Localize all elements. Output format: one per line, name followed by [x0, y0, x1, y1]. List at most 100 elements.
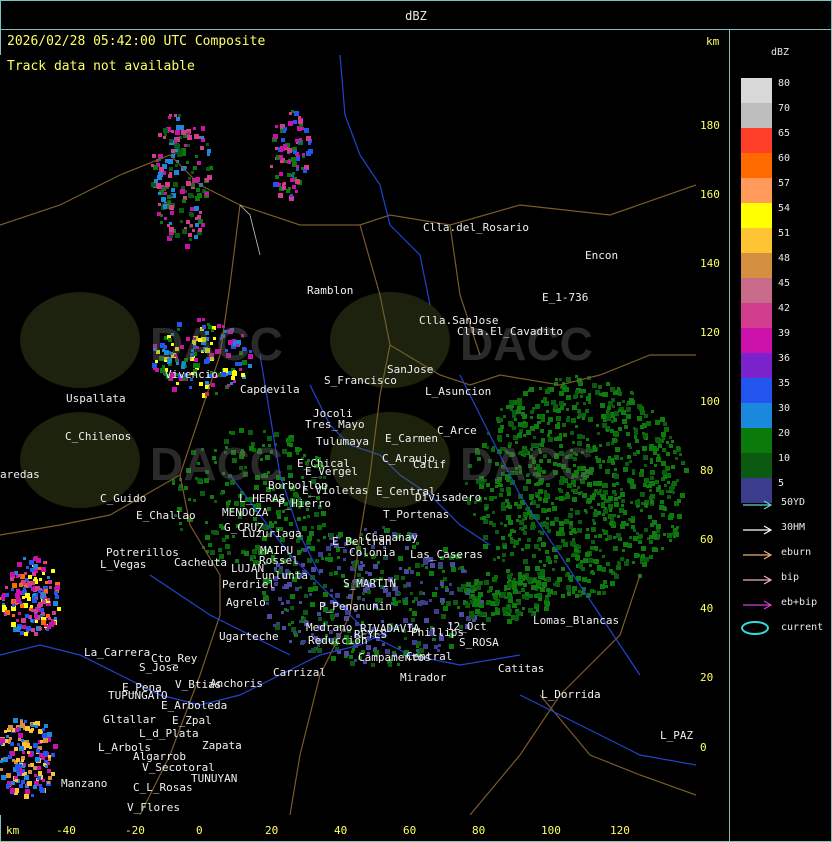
place-label: Luzuriaga: [242, 527, 302, 540]
window-title: dBZ: [405, 9, 427, 23]
legend-swatch: [741, 203, 772, 228]
boundary-line: [239, 184, 696, 226]
place-label: S_MARTIN: [343, 577, 396, 590]
x-unit-label: km: [6, 824, 20, 837]
y-tick-label: 120: [700, 326, 720, 339]
legend-level-label: 20: [778, 428, 791, 439]
track-legend-label: 30HM: [781, 522, 806, 533]
place-label: E_Carmen: [385, 432, 438, 445]
legend-level-label: 51: [778, 228, 791, 239]
legend-swatch: [741, 378, 772, 403]
place-label: Divisadero: [415, 491, 482, 504]
y-tick-label: 80: [700, 464, 714, 477]
x-tick-label: 60: [403, 824, 417, 837]
place-label: Tulumaya: [316, 435, 369, 448]
legend-level-label: 42: [778, 303, 791, 314]
legend-swatch: [741, 353, 772, 378]
place-label: E_Challao: [136, 509, 196, 522]
place-label: P_Hierro: [278, 497, 331, 510]
track-legend-label: bip: [781, 572, 800, 583]
legend-level-label: 35: [778, 378, 791, 389]
place-label: SanJose: [387, 363, 434, 376]
track-arrow-icon: [743, 525, 773, 535]
place-label: E_Arboleda: [161, 699, 228, 712]
x-tick-label: 20: [265, 824, 279, 837]
place-label: Jocoli: [313, 407, 353, 420]
place-label: Las_Caseras: [410, 548, 483, 561]
place-label: Ramblon: [307, 284, 354, 297]
legend-swatch: [741, 278, 772, 303]
legend-level-label: 10: [778, 453, 791, 464]
watermark-text: DACC: [460, 438, 593, 490]
radar-map[interactable]: DACC DACC DACC DACC Clla.del_Rosario Enco…: [0, 55, 696, 815]
x-tick-label: -20: [125, 824, 145, 837]
legend-swatch: [741, 103, 772, 128]
place-label: C_L_Rosas: [133, 781, 193, 794]
place-label: Cacheuta: [174, 556, 227, 569]
legend-swatch: [741, 303, 772, 328]
place-label: TUPUNGATO: [108, 689, 168, 702]
place-label: L_PAZ: [660, 729, 694, 742]
y-tick-label: 40: [700, 602, 714, 615]
place-label: Capdevila: [240, 383, 300, 396]
place-label: Central: [406, 650, 453, 663]
y-tick-label: 100: [700, 395, 720, 408]
track-arrow-icon: [743, 575, 773, 585]
y-tick-label: 180: [700, 119, 720, 132]
legend-level-label: 54: [778, 203, 791, 214]
place-label: E_Zpal: [172, 714, 212, 727]
place-label: TUNUYAN: [191, 772, 238, 785]
place-label: La_Carrera: [84, 646, 151, 659]
y-tick-label: 20: [700, 671, 714, 684]
track-arrow-icon: [743, 600, 773, 610]
place-label: S_Francisco: [324, 374, 397, 387]
legend-swatch: [741, 78, 772, 103]
legend-swatch: [741, 403, 772, 428]
place-label: S_ROSA: [459, 636, 499, 649]
place-label: Reduccion: [308, 634, 368, 647]
place-label: L_d_Plata: [139, 727, 199, 740]
watermark-logo: [20, 292, 140, 388]
legend-level-label: 5: [778, 478, 785, 489]
place-label: L_Vegas: [100, 558, 147, 571]
place-label: aredas: [0, 468, 40, 481]
legend-level-label: 36: [778, 353, 791, 364]
legend-level-label: 65: [778, 128, 791, 139]
y-unit-label: km: [706, 35, 720, 48]
place-label: Calif: [413, 458, 447, 471]
y-tick-label: 160: [700, 188, 720, 201]
place-label: Medrano: [306, 621, 353, 634]
place-label: Clla.El_Cavadito: [457, 325, 563, 338]
timestamp-label: 2026/02/28 05:42:00 UTC Composite: [7, 34, 266, 49]
place-label: C_Chilenos: [65, 430, 132, 443]
place-label: L_Dorrida: [541, 688, 601, 701]
legend-swatch: [741, 178, 772, 203]
x-tick-label: 120: [610, 824, 630, 837]
legend-swatch: [741, 228, 772, 253]
place-label: Agrelo: [226, 596, 266, 609]
legend-level-label: 70: [778, 103, 791, 114]
legend-swatch: [741, 453, 772, 478]
title-bar: dBZ: [0, 0, 832, 30]
boundary-line: [539, 694, 696, 796]
track-notice: Track data not available: [7, 59, 195, 74]
place-label: Manzano: [61, 777, 108, 790]
place-label: Zapata: [202, 739, 242, 752]
place-label: Carrizal: [273, 666, 326, 679]
river-line: [339, 55, 431, 306]
legend-level-label: 45: [778, 278, 791, 289]
legend-level-label: 80: [778, 78, 791, 89]
place-label: Encon: [585, 249, 619, 262]
track-legend-label: 50YD: [781, 497, 806, 508]
place-label: P_Penanunin: [319, 600, 392, 613]
place-label: V_Flores: [127, 801, 180, 814]
watermark-text: DACC: [150, 318, 283, 370]
legend-level-label: 39: [778, 328, 791, 339]
legend-swatch: [741, 153, 772, 178]
track-arrow-icon: [743, 550, 773, 560]
place-label: E_Vergel: [305, 465, 358, 478]
track-legend-label: eburn: [781, 547, 812, 558]
y-tick-label: 60: [700, 533, 714, 546]
place-label: Anchoris: [210, 677, 263, 690]
place-label: S_Jose: [139, 661, 179, 674]
